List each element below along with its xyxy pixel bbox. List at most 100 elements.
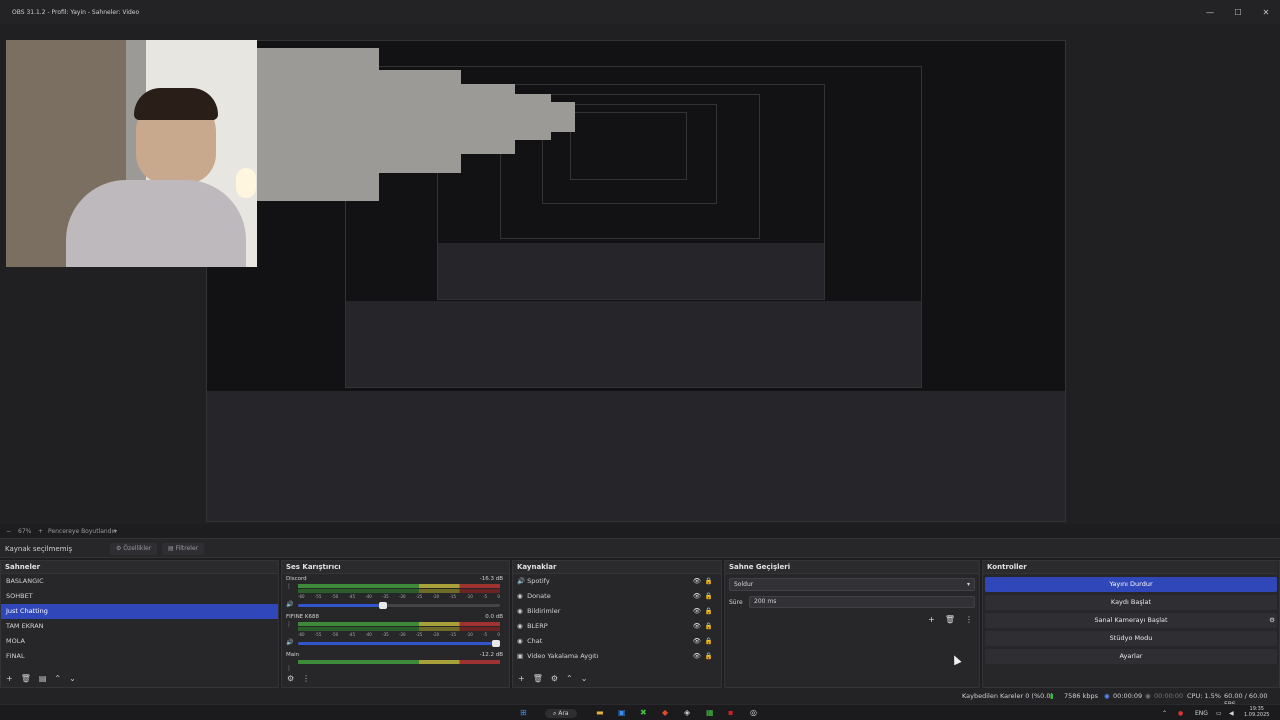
store-icon[interactable]: ▣	[618, 708, 626, 717]
clock[interactable]: 19:35 1.09.2025	[1244, 706, 1269, 718]
mixer-settings-icon[interactable]: ⚙	[287, 674, 294, 683]
scene-filters-icon[interactable]: ▤	[39, 674, 47, 683]
eye-icon[interactable]: 👁	[693, 574, 701, 589]
obs-icon[interactable]: ◎	[750, 708, 757, 717]
source-item[interactable]: ◉ Chat 👁 🔒	[513, 634, 721, 649]
brave-icon[interactable]: ◆	[662, 708, 668, 717]
channel-db: -12.2 dB	[479, 652, 503, 658]
app-icon[interactable]: ▦	[706, 708, 714, 717]
filters-button[interactable]: ▤ Filtreler	[162, 543, 205, 555]
file-explorer-icon[interactable]: ▬	[596, 708, 604, 717]
speaker-icon[interactable]: 🔊	[286, 639, 293, 646]
source-item[interactable]: ◉ Bildirimler 👁 🔒	[513, 604, 721, 619]
preview-canvas[interactable]	[0, 24, 1280, 524]
source-item[interactable]: ▣ Video Yakalama Aygıtı 👁 🔒	[513, 649, 721, 664]
remove-scene-icon[interactable]: 🗑	[21, 674, 31, 683]
source-properties-icon[interactable]: ⚙	[551, 674, 558, 683]
sources-dock: Kaynaklar 🔊 Spotify 👁 🔒 ◉ Donate 👁 🔒 ◉ Bildi…	[512, 560, 722, 688]
title-bar: OBS 31.1.2 - Profil: Yayin - Sahneler: V…	[0, 0, 1280, 24]
move-down-icon[interactable]: ⌄	[581, 674, 588, 683]
gear-icon[interactable]: ⚙	[1265, 613, 1279, 628]
lock-icon[interactable]: 🔒	[705, 589, 713, 604]
speaker-icon[interactable]: 🔊	[286, 601, 293, 608]
eye-icon[interactable]: 👁	[693, 634, 701, 649]
level-meter	[298, 584, 500, 588]
settings-button[interactable]: Ayarlar	[985, 649, 1277, 664]
eye-icon[interactable]: 👁	[693, 604, 701, 619]
volume-slider[interactable]	[298, 602, 500, 609]
transition-menu-icon[interactable]: ⋮	[965, 615, 973, 624]
globe-icon: ◉	[517, 622, 523, 630]
properties-button[interactable]: ⚙ Özellikler	[110, 543, 158, 555]
eye-icon[interactable]: 👁	[693, 649, 701, 664]
fit-dropdown-icon[interactable]: ▾	[114, 528, 117, 535]
tray-chevron-icon[interactable]: ⌃	[1162, 710, 1167, 717]
audio-mixer-dock: Ses Karıştırıcı Discord -16.3 dB ⋮ -60 -5…	[281, 560, 510, 688]
add-source-icon[interactable]: +	[518, 674, 525, 683]
mixer-menu-icon[interactable]: ⋮	[302, 674, 310, 683]
source-item[interactable]: ◉ Donate 👁 🔒	[513, 589, 721, 604]
start-virtual-camera-button[interactable]: Sanal Kamerayı Başlat ⚙	[985, 613, 1277, 628]
source-item[interactable]: 🔊 Spotify 👁 🔒	[513, 574, 721, 589]
properties-label: Özellikler	[123, 545, 152, 552]
taskbar-search[interactable]: ⌕ Ara	[545, 709, 577, 718]
zoom-level: 67%	[18, 528, 32, 535]
move-up-icon[interactable]: ⌃	[54, 674, 61, 683]
filters-label: Filtreler	[175, 545, 199, 552]
scene-item[interactable]: TAM EKRAN	[1, 619, 278, 634]
stop-streaming-button[interactable]: Yayını Durdur	[985, 577, 1277, 592]
remove-transition-icon[interactable]: 🗑	[945, 615, 955, 624]
lock-icon[interactable]: 🔒	[705, 649, 713, 664]
lock-icon[interactable]: 🔒	[705, 634, 713, 649]
mixer-title: Ses Karıştırıcı	[282, 561, 509, 574]
lock-icon[interactable]: 🔒	[705, 619, 713, 634]
meter-ticks: -60 -55 -50 -45 -40 -35 -30 -25 -20 -15 -10 -5 0	[298, 594, 500, 599]
controls-dock: Kontroller Yayını Durdur Kaydı Başlat Sa…	[982, 560, 1280, 688]
remove-source-icon[interactable]: 🗑	[533, 674, 543, 683]
webcam-copy-1	[257, 48, 379, 201]
app-icon[interactable]: ◈	[684, 708, 690, 717]
minimize-icon[interactable]: —	[1204, 8, 1216, 17]
maximize-icon[interactable]: ☐	[1232, 8, 1244, 17]
studio-mode-button[interactable]: Stüdyo Modu	[985, 631, 1277, 646]
network-icon[interactable]: ▭	[1216, 710, 1222, 717]
duration-field[interactable]: 200 ms	[749, 596, 975, 608]
volume-slider[interactable]	[298, 640, 500, 647]
language-indicator[interactable]: ENG	[1195, 710, 1208, 717]
app-icon[interactable]: ▪	[728, 708, 733, 717]
eye-icon[interactable]: 👁	[693, 619, 701, 634]
add-scene-icon[interactable]: +	[6, 674, 13, 683]
mic-icon[interactable]: ●	[1178, 710, 1183, 717]
clock-date: 1.09.2025	[1244, 712, 1270, 718]
source-item[interactable]: ◉ BLERP 👁 🔒	[513, 619, 721, 634]
move-down-icon[interactable]: ⌄	[69, 674, 76, 683]
move-up-icon[interactable]: ⌃	[566, 674, 573, 683]
mixer-channel: FIFINE K688 0.0 dB ⋮ -60 -55 -50 -45 -40 -35-…	[282, 612, 509, 650]
scene-item[interactable]: FINAL	[1, 649, 278, 664]
volume-icon[interactable]: ◀	[1229, 710, 1234, 717]
windows-start-icon[interactable]: ⊞	[520, 708, 527, 717]
dropped-frames: Kaybedilen Kareler 0 (%0.0)	[962, 692, 1054, 700]
zoom-minus-icon[interactable]: −	[6, 528, 11, 535]
start-recording-button[interactable]: Kaydı Başlat	[985, 595, 1277, 610]
signal-icon: ▮	[1050, 692, 1054, 700]
scene-item[interactable]: SOHBET	[1, 589, 278, 604]
lock-icon[interactable]: 🔒	[705, 574, 713, 589]
lock-icon[interactable]: 🔒	[705, 604, 713, 619]
transition-select[interactable]: Soldur ▾	[729, 578, 975, 591]
scene-item[interactable]: MOLA	[1, 634, 278, 649]
zoom-plus-icon[interactable]: +	[38, 528, 43, 535]
cpu-usage: CPU: 1.5%	[1187, 692, 1221, 700]
close-icon[interactable]: ✕	[1260, 8, 1272, 17]
level-meter	[298, 622, 500, 626]
add-transition-icon[interactable]: +	[928, 615, 935, 624]
channel-menu-icon[interactable]: ⋮	[286, 583, 292, 590]
channel-menu-icon[interactable]: ⋮	[286, 621, 292, 628]
fit-window-button[interactable]: Pencereye Boyutlandır	[48, 528, 116, 535]
scene-item[interactable]: BASLANGIC	[1, 574, 278, 589]
eye-icon[interactable]: 👁	[693, 589, 701, 604]
xbox-icon[interactable]: ✖	[640, 708, 647, 717]
meter-ticks: -60 -55 -50 -45 -40 -35 -30 -25 -20 -15 -10 -5 0	[298, 632, 500, 637]
scene-item-active[interactable]: Just Chatting	[1, 604, 278, 619]
source-name: Video Yakalama Aygıtı	[527, 652, 599, 660]
